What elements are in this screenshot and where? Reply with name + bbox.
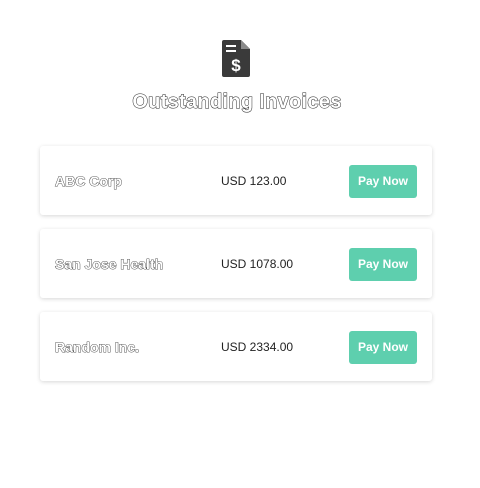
- pay-now-button[interactable]: Pay Now: [349, 165, 417, 198]
- invoice-amount: USD 2334.00: [221, 340, 294, 354]
- invoice-amount: USD 123.00: [221, 174, 287, 188]
- invoice-card: ABC Corp USD 123.00 Pay Now: [40, 146, 432, 215]
- invoice-card: Random Inc. USD 2334.00 Pay Now: [40, 312, 432, 381]
- pay-now-button[interactable]: Pay Now: [349, 331, 417, 364]
- invoice-dollar-icon: $: [222, 40, 250, 77]
- pay-now-button[interactable]: Pay Now: [349, 248, 417, 281]
- invoices-page: $ Outstanding Invoices ABC Corp USD 123.…: [0, 0, 480, 488]
- invoice-company: Random Inc.: [55, 339, 140, 356]
- invoice-amount: USD 1078.00: [221, 257, 294, 271]
- svg-text:$: $: [231, 56, 241, 75]
- invoice-card: San Jose Health USD 1078.00 Pay Now: [40, 229, 432, 298]
- invoice-company: ABC Corp: [55, 173, 123, 190]
- page-title: Outstanding Invoices: [132, 91, 342, 114]
- invoice-company: San Jose Health: [55, 256, 164, 273]
